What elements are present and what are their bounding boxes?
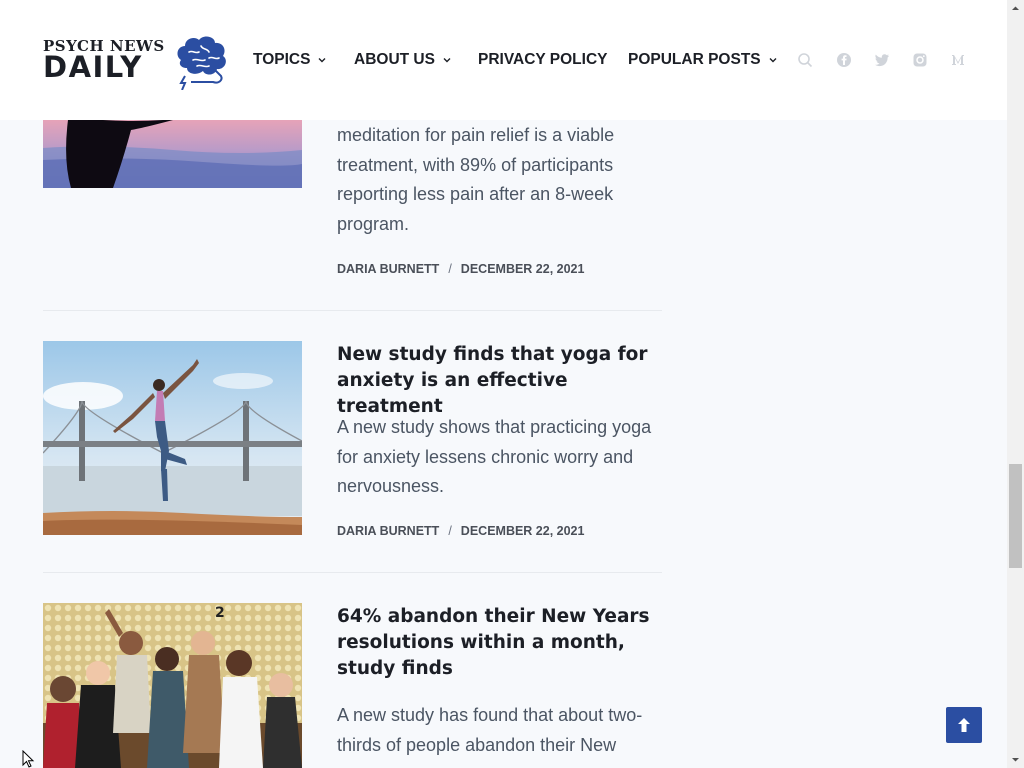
nav-topics[interactable]: TOPICS [253,48,326,72]
nav-privacy-policy[interactable]: PRIVACY POLICY [478,48,607,72]
site-header: PSYCH NEWS DAILY TOPICS ABOUT US PRIVACY… [0,0,1007,120]
svg-text:2: 2 [215,605,225,621]
article-excerpt: meditation for pain relief is a viable t… [337,125,615,235]
brain-icon [177,36,226,90]
meta-separator: / [448,524,452,538]
instagram-icon[interactable] [912,52,928,68]
article-title[interactable]: New study finds that yoga for anxiety is… [337,342,662,420]
nav-about-us-label: ABOUT US [354,51,435,68]
nav-privacy-policy-label: PRIVACY POLICY [478,51,608,68]
chevron-down-icon [443,58,451,63]
article-date: DECEMBER 22, 2021 [460,524,585,538]
mouse-cursor-icon [22,750,35,768]
search-icon[interactable] [797,52,813,68]
article-title[interactable]: 64% abandon their New Years resolutions … [337,604,662,682]
meditation-image [43,120,302,188]
logo-line2: DAILY [43,50,143,84]
arrow-up-icon [958,718,970,732]
article-author[interactable]: DARIA BURNETT [337,524,439,538]
yoga-image [43,341,302,535]
scroll-up-arrow-icon[interactable] [1007,0,1024,17]
meta-separator: / [448,262,452,276]
nav-popular-posts[interactable]: POPULAR POSTS [628,48,777,72]
back-to-top-button[interactable] [946,707,982,743]
article-meta: DARIA BURNETT / DECEMBER 22, 2021 [337,524,584,538]
article-date: DECEMBER 22, 2021 [460,262,585,276]
nav-popular-posts-label: POPULAR POSTS [628,51,761,68]
article-excerpt: A new study shows that practicing yoga f… [337,417,652,497]
article-meta: DARIA BURNETT / DECEMBER 22, 2021 [337,262,584,276]
article-excerpt: A new study has found that about two-thi… [337,705,643,755]
chevron-down-icon [769,58,777,63]
scroll-down-arrow-icon[interactable] [1007,751,1024,768]
medium-icon[interactable] [950,52,966,68]
chevron-down-icon [318,58,326,63]
site-logo[interactable]: PSYCH NEWS DAILY [43,30,233,92]
article-thumbnail-new-years[interactable]: 2 [43,603,302,768]
article-thumbnail-meditation[interactable] [43,120,302,188]
party-image: 2 [43,603,302,768]
nav-topics-label: TOPICS [253,51,311,68]
article-author[interactable]: DARIA BURNETT [337,262,439,276]
nav-about-us[interactable]: ABOUT US [354,48,451,72]
scrollbar-thumb[interactable] [1009,464,1022,568]
facebook-icon[interactable] [836,52,852,68]
twitter-icon[interactable] [874,52,890,68]
article-divider [43,572,662,573]
article-divider [43,310,662,311]
vertical-scrollbar[interactable] [1007,0,1024,768]
article-thumbnail-yoga[interactable] [43,341,302,535]
